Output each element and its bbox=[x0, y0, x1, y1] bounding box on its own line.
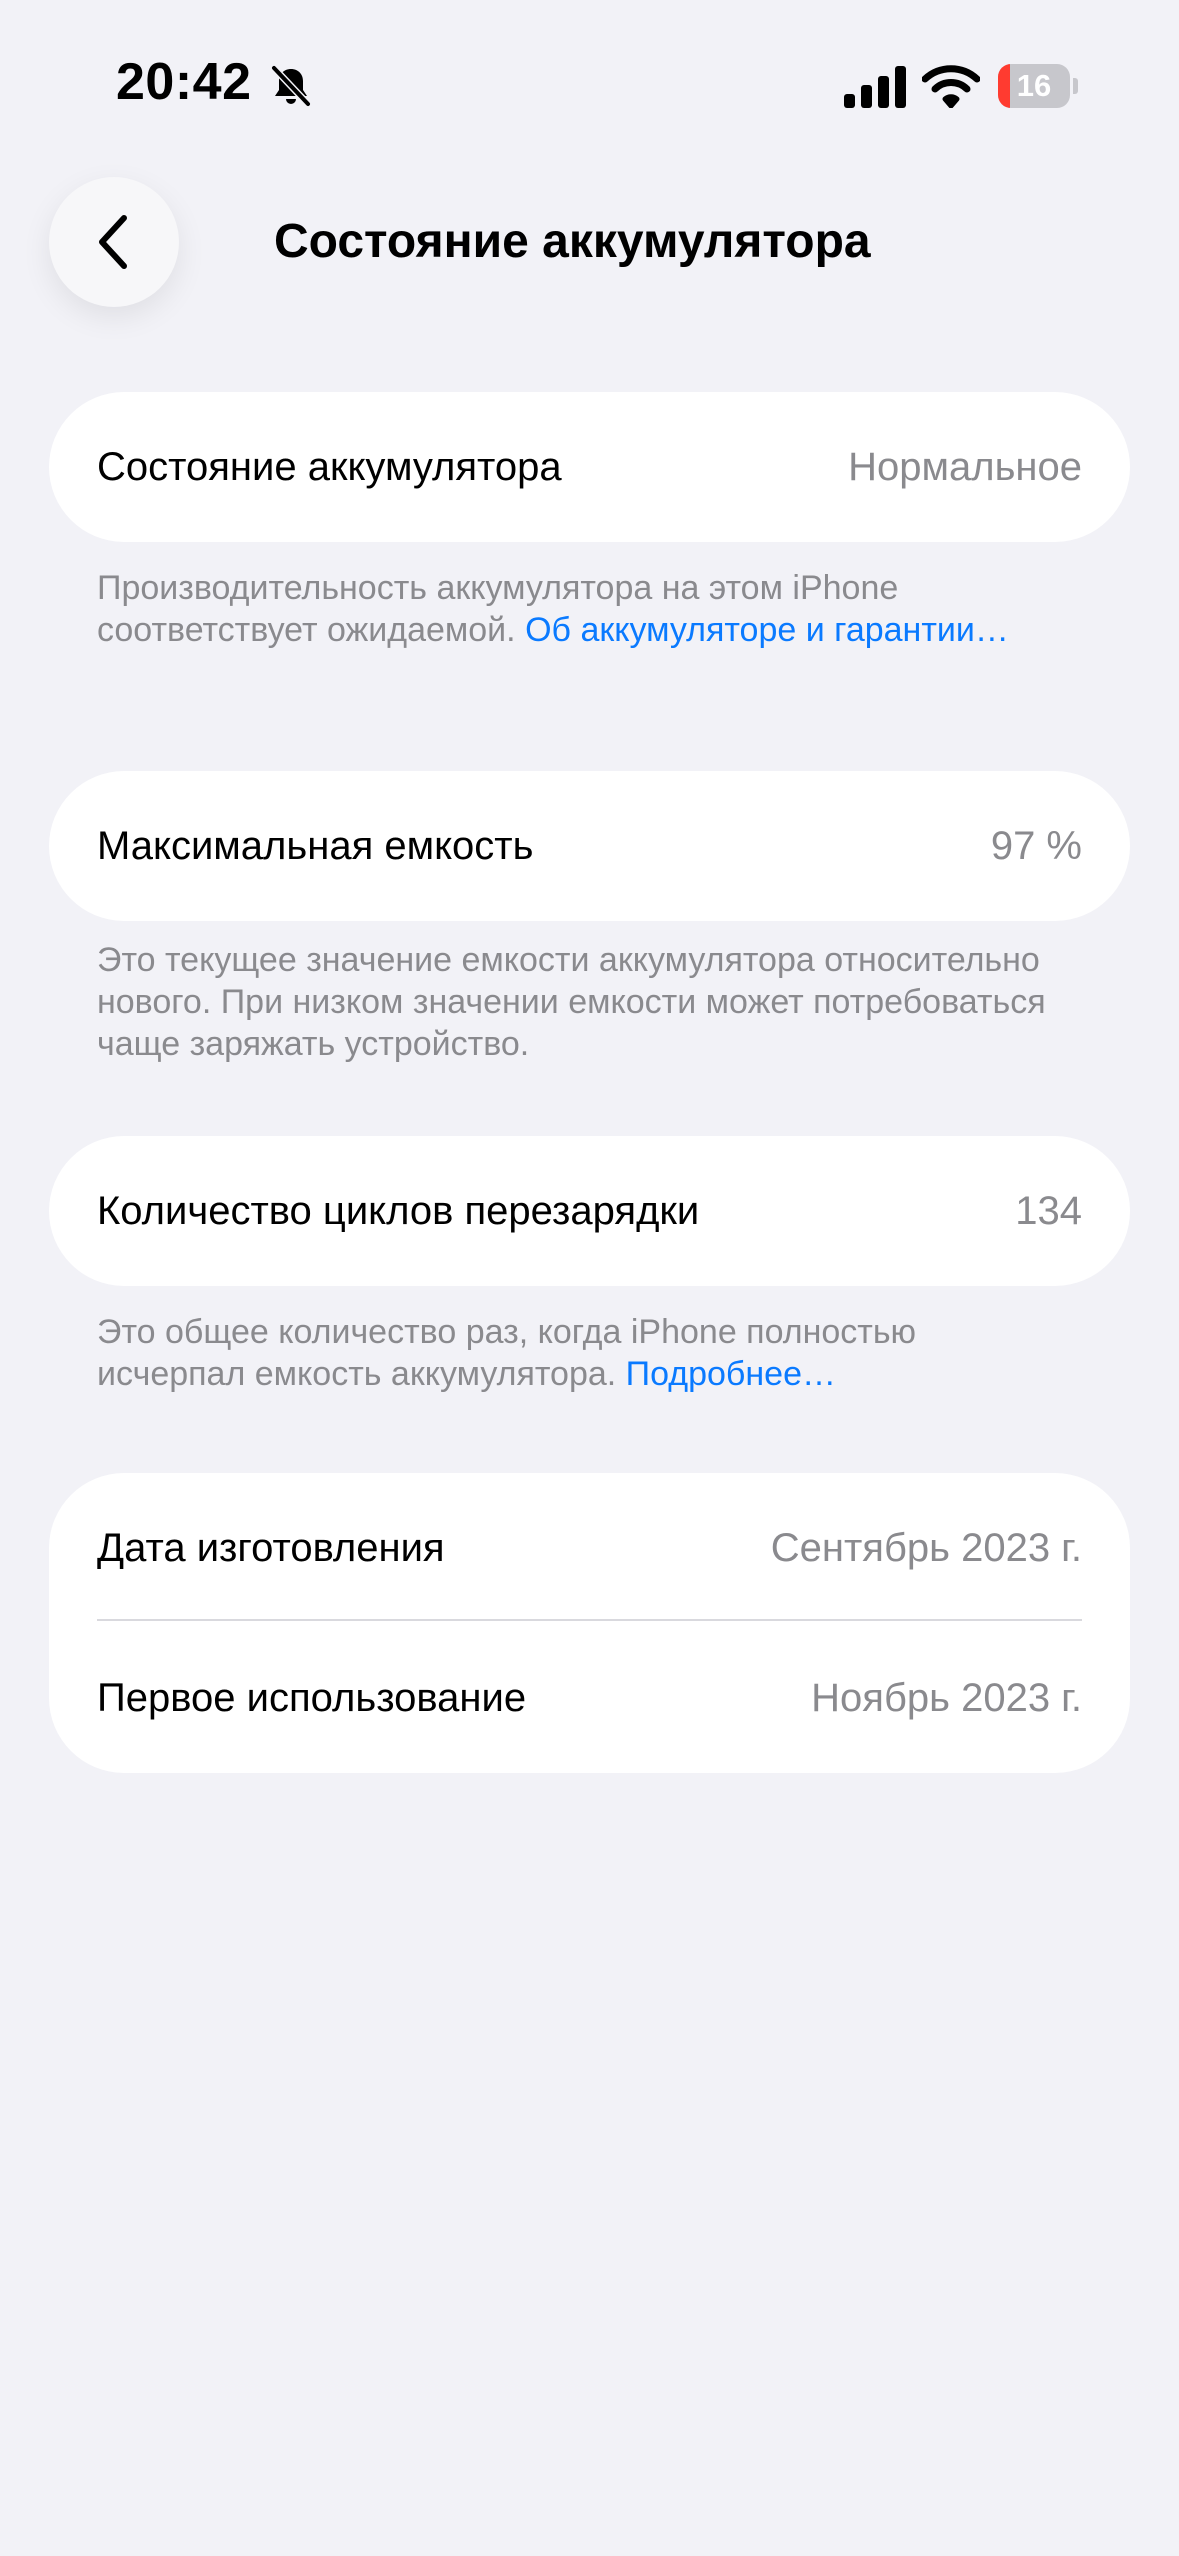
row-divider bbox=[97, 1619, 1082, 1621]
chevron-left-icon bbox=[99, 215, 127, 269]
manufacture-date-row: Дата изготовления Сентябрь 2023 г. bbox=[97, 1473, 1082, 1623]
cellular-signal-icon bbox=[844, 66, 906, 108]
max-capacity-footnote: Это текущее значение емкости аккумулятор… bbox=[97, 941, 1046, 1063]
battery-health-value: Нормальное bbox=[848, 444, 1082, 489]
max-capacity-card: Максимальная емкость 97 % bbox=[49, 771, 1130, 921]
learn-more-link[interactable]: Подробнее… bbox=[626, 1355, 836, 1393]
battery-dates-card: Дата изготовления Сентябрь 2023 г. Перво… bbox=[49, 1473, 1130, 1773]
max-capacity-value: 97 % bbox=[990, 823, 1082, 868]
status-bar: 20:42 16 bbox=[0, 0, 1179, 150]
manufacture-date-label: Дата изготовления bbox=[97, 1525, 445, 1570]
cycle-count-value: 134 bbox=[1015, 1188, 1082, 1233]
battery-warranty-link[interactable]: Об аккумуляторе и гарантии… bbox=[525, 611, 1009, 649]
first-use-row: Первое использование Ноябрь 2023 г. bbox=[97, 1623, 1082, 1773]
cycle-count-card: Количество циклов перезарядки 134 bbox=[49, 1136, 1130, 1286]
battery-health-footnote: Производительность аккумулятора на этом … bbox=[97, 567, 1057, 651]
manufacture-date-value: Сентябрь 2023 г. bbox=[770, 1525, 1082, 1570]
cycle-count-row: Количество циклов перезарядки 134 bbox=[97, 1136, 1082, 1286]
back-button[interactable] bbox=[49, 177, 179, 307]
status-time: 20:42 bbox=[116, 53, 252, 111]
wifi-icon bbox=[921, 64, 981, 109]
battery-health-row: Состояние аккумулятора Нормальное bbox=[97, 392, 1082, 542]
battery-icon: 16 bbox=[998, 64, 1078, 108]
max-capacity-row: Максимальная емкость 97 % bbox=[97, 771, 1082, 921]
first-use-label: Первое использование bbox=[97, 1675, 527, 1720]
cycle-count-label: Количество циклов перезарядки bbox=[97, 1188, 700, 1233]
battery-health-card: Состояние аккумулятора Нормальное bbox=[49, 392, 1130, 542]
battery-cap bbox=[1073, 78, 1078, 94]
bell-slash-icon bbox=[268, 63, 314, 109]
page-title: Состояние аккумулятора bbox=[274, 215, 871, 268]
battery-level: 16 bbox=[1016, 68, 1052, 103]
max-capacity-label: Максимальная емкость bbox=[97, 823, 534, 868]
battery-health-label: Состояние аккумулятора bbox=[97, 444, 562, 489]
cycle-count-footnote: Это общее количество раз, когда iPhone п… bbox=[97, 1311, 1057, 1395]
battery-body: 16 bbox=[998, 64, 1070, 108]
first-use-value: Ноябрь 2023 г. bbox=[811, 1675, 1082, 1720]
